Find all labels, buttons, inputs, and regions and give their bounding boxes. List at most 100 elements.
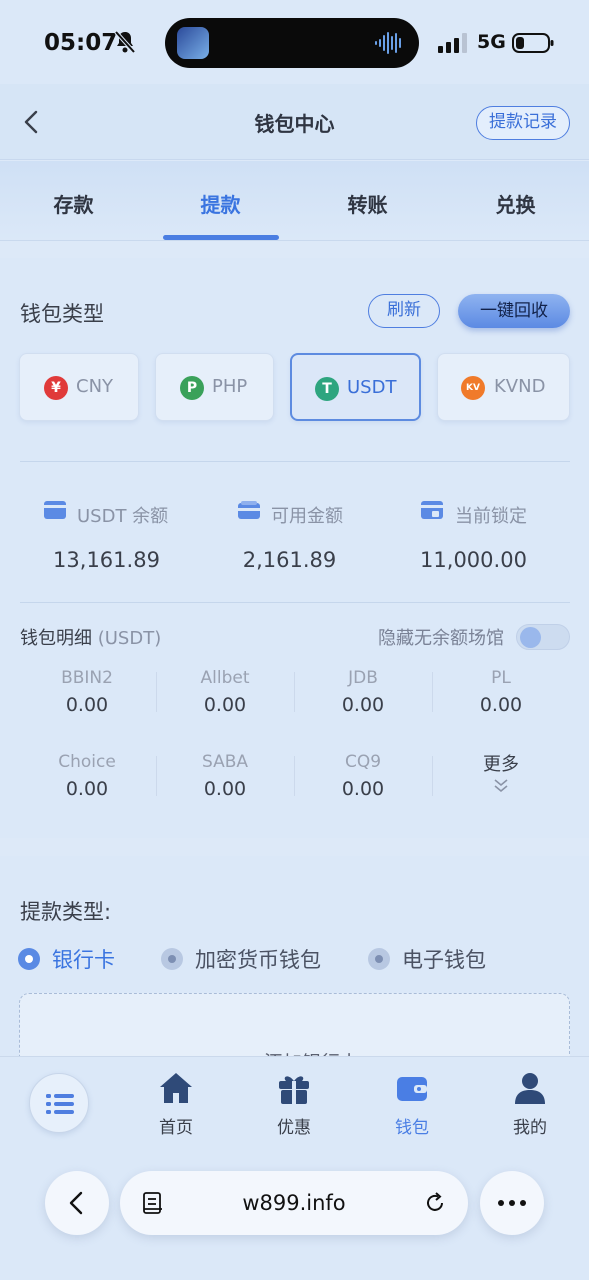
nav-label: 首页 — [159, 1118, 193, 1138]
venue-item: Allbet 0.00 — [156, 668, 294, 716]
balance-locked: 当前锁定 11,000.00 — [382, 498, 565, 572]
wallet-card-icon — [238, 501, 260, 519]
user-icon — [515, 1073, 545, 1104]
nav-label: 我的 — [513, 1118, 547, 1138]
hide-empty-label: 隐藏无余额场馆 — [378, 628, 504, 649]
page-header: 钱包中心 提款记录 — [0, 84, 589, 160]
balance-title: USDT 余额 — [77, 506, 169, 527]
withdraw-record-button[interactable]: 提款记录 — [476, 106, 570, 140]
browser-more-button[interactable] — [480, 1171, 544, 1235]
chevron-left-icon — [69, 1191, 83, 1215]
venue-name: SABA — [201, 752, 249, 772]
venue-balance: 0.00 — [203, 694, 247, 716]
dynamic-island — [165, 18, 419, 68]
balance-value: 2,161.89 — [242, 548, 337, 572]
radio-label: 银行卡 — [52, 948, 115, 972]
nav-promotions[interactable]: 优惠 — [249, 1071, 339, 1138]
radio-label: 加密货币钱包 — [195, 948, 321, 972]
wallet-card: 钱包类型 刷新 一键回收 ¥ CNY P PHP T USDT KV KVND … — [0, 258, 589, 838]
wallet-detail-title: 钱包明细 (USDT) — [20, 624, 161, 650]
venue-item: SABA 0.00 — [156, 752, 294, 800]
venue-balance: 0.00 — [341, 778, 385, 800]
radio-selected-icon — [18, 948, 40, 970]
divider — [20, 602, 570, 603]
menu-button[interactable] — [29, 1073, 89, 1133]
list-icon — [46, 1094, 74, 1114]
venue-name: PL — [491, 668, 511, 688]
signal-icon — [438, 33, 467, 53]
url-text: w899.info — [242, 1191, 346, 1215]
venue-name: JDB — [348, 668, 378, 688]
wallet-type-label: 钱包类型 — [20, 302, 104, 326]
withdraw-type-card: 提款类型: 银行卡 加密货币钱包 电子钱包 添加银行卡 — [0, 856, 589, 1113]
venue-balance: 0.00 — [65, 778, 109, 800]
radio-crypto-wallet[interactable]: 加密货币钱包 — [161, 944, 341, 974]
balance-value: 13,161.89 — [53, 548, 160, 572]
venue-name: Choice — [58, 752, 116, 772]
reload-icon[interactable] — [424, 1192, 446, 1214]
balance-title: 可用金额 — [271, 506, 343, 527]
venue-balance: 0.00 — [65, 694, 109, 716]
locked-card-icon — [421, 501, 443, 519]
usdt-icon: T — [315, 377, 339, 401]
venue-name: CQ9 — [344, 752, 382, 772]
more-dots-icon — [498, 1200, 526, 1206]
radio-e-wallet[interactable]: 电子钱包 — [368, 944, 498, 974]
double-chevron-down-icon — [494, 779, 508, 793]
wallet-detail-unit: (USDT) — [97, 628, 162, 649]
venue-name: Allbet — [200, 668, 250, 688]
radio-icon — [368, 948, 390, 970]
venue-balance: 0.00 — [479, 694, 523, 716]
currency-kvnd[interactable]: KV KVND — [437, 353, 570, 421]
venue-item: Choice 0.00 — [18, 752, 156, 800]
tab-deposit[interactable]: 存款 — [0, 189, 147, 218]
app-thumbnail-icon — [177, 27, 209, 59]
venue-item: JDB 0.00 — [294, 668, 432, 716]
currency-cny[interactable]: ¥ CNY — [19, 353, 139, 421]
withdraw-type-title: 提款类型: — [20, 900, 112, 924]
balance-value: 11,000.00 — [420, 548, 527, 572]
home-icon — [160, 1073, 192, 1103]
nav-profile[interactable]: 我的 — [485, 1071, 575, 1138]
radio-icon — [161, 948, 183, 970]
venue-item: BBIN2 0.00 — [18, 668, 156, 716]
venue-balance: 0.00 — [203, 778, 247, 800]
balance-usdt: USDT 余额 13,161.89 — [15, 498, 198, 572]
url-bar[interactable]: w899.info — [120, 1171, 468, 1235]
currency-label: CNY — [76, 376, 114, 397]
audio-wave-icon — [375, 32, 401, 54]
gift-icon — [279, 1076, 309, 1104]
venue-item: PL 0.00 — [432, 668, 570, 716]
nav-label: 优惠 — [277, 1118, 311, 1138]
more-label: 更多 — [483, 754, 519, 775]
hide-empty-toggle[interactable] — [516, 624, 570, 650]
balance-title: 当前锁定 — [455, 506, 527, 527]
battery-icon — [512, 33, 554, 53]
balance-available: 可用金额 2,161.89 — [198, 498, 381, 572]
currency-php[interactable]: P PHP — [155, 353, 274, 421]
network-type: 5G — [477, 31, 506, 53]
tab-exchange[interactable]: 兑换 — [442, 189, 589, 218]
active-tab-indicator — [163, 235, 279, 240]
cny-icon: ¥ — [44, 376, 68, 400]
currency-label: KVND — [494, 376, 546, 397]
nav-wallet[interactable]: 钱包 — [367, 1071, 457, 1138]
radio-bank-card[interactable]: 银行卡 — [18, 944, 128, 974]
browser-back-button[interactable] — [45, 1171, 109, 1235]
wallet-tabs: 存款 提款 转账 兑换 — [0, 161, 589, 241]
tab-transfer[interactable]: 转账 — [294, 189, 441, 218]
currency-usdt[interactable]: T USDT — [290, 353, 421, 421]
currency-label: PHP — [212, 376, 248, 397]
tab-withdraw[interactable]: 提款 — [147, 189, 294, 218]
php-icon: P — [180, 376, 204, 400]
nav-home[interactable]: 首页 — [131, 1071, 221, 1138]
card-icon — [44, 501, 66, 519]
toggle-knob — [520, 627, 541, 648]
wallet-icon — [397, 1077, 427, 1101]
reclaim-all-button[interactable]: 一键回收 — [458, 294, 570, 328]
wallet-detail-label: 钱包明细 — [20, 628, 92, 649]
refresh-button[interactable]: 刷新 — [368, 294, 440, 328]
more-venues-button[interactable]: 更多 — [432, 750, 570, 794]
bell-off-icon — [114, 30, 136, 54]
venue-item: CQ9 0.00 — [294, 752, 432, 800]
